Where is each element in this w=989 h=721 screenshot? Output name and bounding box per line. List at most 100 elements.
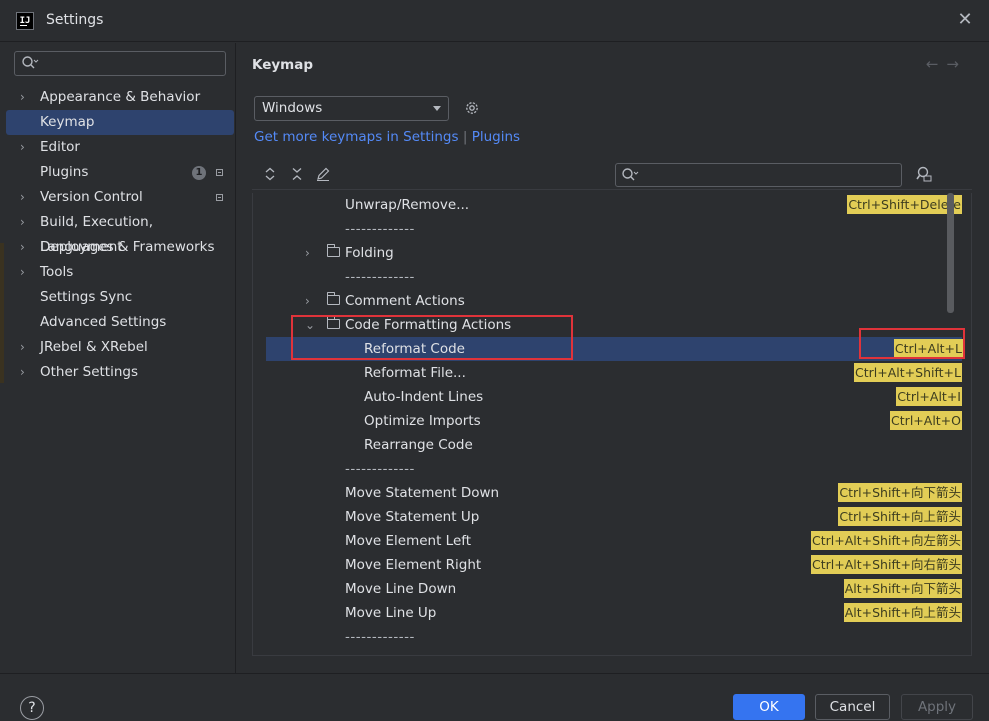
sidebar-item-plugins[interactable]: Plugins 1 <box>0 160 236 185</box>
action-row[interactable]: Move Line Down Alt+Shift+向下箭头 <box>253 577 962 601</box>
action-label: Move Statement Up <box>345 509 480 525</box>
separator-row: ------------- <box>253 625 962 649</box>
action-label: Reformat Code <box>364 341 465 357</box>
update-count-badge: 1 <box>192 166 206 180</box>
shortcut-badge: Ctrl+Shift+向下箭头 <box>838 483 962 502</box>
action-group-row[interactable]: ⌄ Code Formatting Actions <box>253 313 962 337</box>
action-row[interactable]: Move Statement Down Ctrl+Shift+向下箭头 <box>253 481 962 505</box>
dialog-footer: ? OK Cancel Apply <box>0 673 989 721</box>
sidebar-search-input[interactable] <box>14 51 226 76</box>
action-label: Reformat File... <box>364 365 466 381</box>
action-search-input[interactable] <box>615 163 902 187</box>
close-icon[interactable]: ✕ <box>955 10 975 30</box>
action-row[interactable]: Move Statement Up Ctrl+Shift+向上箭头 <box>253 505 962 529</box>
action-row[interactable]: Unwrap/Remove... Ctrl+Shift+Delete <box>253 193 962 217</box>
action-label: Rearrange Code <box>364 437 473 453</box>
forward-arrow-icon[interactable]: → <box>946 55 967 73</box>
chevron-right-icon[interactable]: › <box>20 85 25 110</box>
tree-scrollbar[interactable] <box>947 193 954 313</box>
sidebar-item-other-settings[interactable]: › Other Settings <box>0 360 236 385</box>
chevron-right-icon[interactable]: › <box>20 335 25 360</box>
sidebar-item-build-execution-deployment[interactable]: › Build, Execution, Deployment <box>0 210 236 255</box>
chevron-right-icon[interactable]: › <box>20 235 25 260</box>
window-edge-accent <box>0 243 4 383</box>
cancel-button[interactable]: Cancel <box>815 694 890 720</box>
sidebar-item-version-control[interactable]: › Version Control <box>0 185 236 210</box>
action-row[interactable]: Rearrange Code <box>253 433 962 457</box>
shortcut-badge: Ctrl+Shift+Delete <box>847 195 962 214</box>
sidebar-item-advanced-settings[interactable]: Advanced Settings <box>0 310 236 335</box>
action-label: ------------- <box>345 629 415 645</box>
shortcut-badge: Ctrl+Alt+L <box>893 339 963 358</box>
ok-button[interactable]: OK <box>733 694 805 720</box>
plugins-link[interactable]: Plugins <box>472 129 520 145</box>
chevron-right-icon[interactable]: › <box>20 360 25 385</box>
action-row[interactable]: Move Element Right Ctrl+Alt+Shift+向右箭头 <box>253 553 962 577</box>
edit-shortcut-icon[interactable] <box>315 166 331 182</box>
action-group-row[interactable]: › Folding <box>253 241 962 265</box>
keymap-panel: Keymap ←→ Windows Get more keymaps in Se… <box>237 43 989 673</box>
action-label: Optimize Imports <box>364 413 481 429</box>
action-row[interactable]: Reformat Code Ctrl+Alt+L <box>266 337 963 361</box>
sidebar-item-settings-sync[interactable]: Settings Sync <box>0 285 236 310</box>
sidebar-item-languages-frameworks[interactable]: › Languages & Frameworks <box>0 235 236 260</box>
keymap-dropdown-value: Windows <box>262 100 323 116</box>
shortcut-badge: Ctrl+Alt+Shift+向左箭头 <box>811 531 962 550</box>
sidebar-item-appearance-behavior[interactable]: › Appearance & Behavior <box>0 85 236 110</box>
folder-icon <box>327 316 340 329</box>
separator-row: ------------- <box>253 217 962 241</box>
window-title: Settings <box>46 12 104 28</box>
expand-all-icon[interactable] <box>262 166 278 182</box>
shortcut-badge: Ctrl+Alt+Shift+L <box>854 363 962 382</box>
help-icon[interactable]: ? <box>20 696 44 720</box>
gear-icon[interactable] <box>463 99 481 117</box>
more-keymaps-link[interactable]: Get more keymaps in Settings <box>254 129 459 145</box>
sidebar-tree: › Appearance & Behavior Keymap › Editor Plugi… <box>0 85 236 385</box>
action-label: ------------- <box>345 461 415 477</box>
settings-sidebar: › Appearance & Behavior Keymap › Editor Plugi… <box>0 43 236 673</box>
find-by-shortcut-icon[interactable] <box>915 165 933 183</box>
shortcut-badge: Ctrl+Alt+Shift+向右箭头 <box>811 555 962 574</box>
chevron-down-icon[interactable]: ⌄ <box>305 313 315 337</box>
shortcut-badge: Ctrl+Alt+O <box>890 411 962 430</box>
action-row[interactable]: Optimize Imports Ctrl+Alt+O <box>253 409 962 433</box>
action-label: ------------- <box>345 221 415 237</box>
sidebar-item-label: Tools <box>40 264 74 280</box>
sidebar-item-label: Other Settings <box>40 364 138 380</box>
action-row[interactable]: Auto-Indent Lines Ctrl+Alt+I <box>253 385 962 409</box>
chevron-right-icon[interactable]: › <box>20 135 25 160</box>
chevron-right-icon[interactable]: › <box>20 260 25 285</box>
sidebar-item-label: Keymap <box>40 114 95 130</box>
back-arrow-icon[interactable]: ← <box>926 55 947 73</box>
action-label: Move Element Right <box>345 557 482 573</box>
separator-row: ------------- <box>253 265 962 289</box>
keymap-dropdown[interactable]: Windows <box>254 96 449 121</box>
sidebar-item-label: Appearance & Behavior <box>40 89 201 105</box>
chevron-right-icon[interactable]: › <box>305 241 310 265</box>
shortcut-badge: Ctrl+Shift+向上箭头 <box>838 507 962 526</box>
separator-row: ------------- <box>253 457 962 481</box>
action-label: ------------- <box>345 269 415 285</box>
project-scope-icon <box>216 169 223 176</box>
action-label: Move Element Left <box>345 533 472 549</box>
chevron-right-icon[interactable]: › <box>20 210 25 235</box>
action-label: Code Formatting Actions <box>345 317 512 333</box>
action-group-row[interactable]: › Comment Actions <box>253 289 962 313</box>
sidebar-item-tools[interactable]: › Tools <box>0 260 236 285</box>
apply-button[interactable]: Apply <box>901 694 973 720</box>
sidebar-item-editor[interactable]: › Editor <box>0 135 236 160</box>
sidebar-item-keymap[interactable]: Keymap <box>6 110 234 135</box>
intellij-logo-icon: IJ <box>16 12 34 30</box>
folder-icon <box>327 244 340 257</box>
shortcut-badge: Alt+Shift+向上箭头 <box>843 603 962 622</box>
action-row[interactable]: Move Element Left Ctrl+Alt+Shift+向左箭头 <box>253 529 962 553</box>
collapse-all-icon[interactable] <box>289 166 305 182</box>
chevron-right-icon[interactable]: › <box>305 289 310 313</box>
project-scope-icon <box>216 194 223 201</box>
action-row[interactable]: Reformat File... Ctrl+Alt+Shift+L <box>253 361 962 385</box>
action-label: Move Statement Down <box>345 485 500 501</box>
action-row[interactable]: Move Line Up Alt+Shift+向上箭头 <box>253 601 962 625</box>
sidebar-item-jrebel-xrebel[interactable]: › JRebel & XRebel <box>0 335 236 360</box>
sidebar-item-label: Settings Sync <box>40 289 133 305</box>
chevron-right-icon[interactable]: › <box>20 185 25 210</box>
